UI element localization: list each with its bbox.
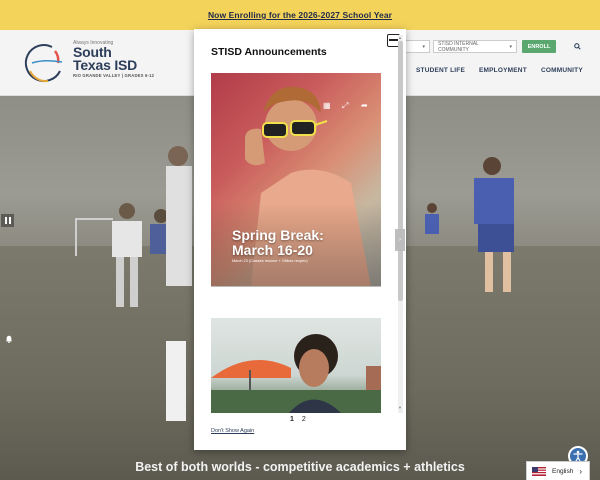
us-flag-icon [532,466,546,476]
hero-tagline: Best of both worlds - competitive academ… [135,460,465,474]
internal-community-label: STISD INTERNAL COMMUNITY [438,40,479,53]
pause-button[interactable] [1,214,14,227]
modal-scrollbar-thumb[interactable] [398,41,403,301]
alerts-button[interactable] [3,333,15,345]
card-headline: Spring Break: March 16-20 [232,228,324,257]
card-headline-line1: Spring Break: [232,227,324,243]
student-umbrella-photo [211,334,381,413]
announcement-card-2[interactable] [211,318,381,413]
nav-community[interactable]: COMMUNITY [541,67,583,74]
chevron-down-icon: ▾ [422,43,425,50]
share-icon[interactable]: ➦ [361,101,368,110]
enrollment-banner-link[interactable]: Now Enrolling for the 2026-2027 School Y… [208,10,392,20]
bell-icon [5,335,13,343]
card-headline-line2: March 16-20 [232,241,313,258]
logo-subtitle: RIO GRANDE VALLEY | GRADES 6-12 [73,73,155,78]
chevron-right-icon: › [579,466,582,476]
carousel-next-button[interactable]: › [395,229,405,251]
scroll-up-icon[interactable]: ▲ [398,35,402,40]
scroll-down-icon[interactable]: ▼ [398,405,402,410]
dont-show-again-link[interactable]: Don't Show Again [211,428,254,434]
page-1-link[interactable]: 1 [290,416,294,423]
modal-title: STISD Announcements [211,46,327,58]
logo-icon[interactable] [22,41,66,85]
grid-icon[interactable]: ▦ [323,101,331,110]
chevron-down-icon: ▾ [509,43,512,50]
search-button[interactable] [568,38,586,54]
modal-pagination: 1 2 [290,416,306,423]
search-icon [573,42,581,50]
quicklinks-select[interactable]: ▾ [404,40,430,53]
announcements-modal: STISD Announcements ▲ ▼ ▦ ⤢ ➦ Spring Bre… [194,29,406,450]
internal-community-select[interactable]: STISD INTERNAL COMMUNITY ▾ [433,40,517,53]
card-subtext: March 23 (Classes resume + Offices reope… [232,259,308,263]
logo-name-line2: Texas ISD [73,57,138,73]
enroll-button[interactable]: ENROLL [522,40,556,53]
expand-icon[interactable]: ⤢ [342,101,348,111]
language-label: English [552,467,574,475]
enrollment-banner: Now Enrolling for the 2026-2027 School Y… [0,0,600,30]
nav-student-life[interactable]: STUDENT LIFE [416,67,465,74]
logo-wordmark[interactable]: Always Innovating South Texas ISD RIO GR… [73,40,154,78]
chevron-right-icon: › [399,237,401,243]
language-selector[interactable]: English › [526,461,590,480]
announcement-card-spring-break[interactable]: ▦ ⤢ ➦ Spring Break: March 16-20 March 23… [211,73,381,287]
pause-icon [4,217,11,224]
nav-employment[interactable]: EMPLOYMENT [479,67,527,74]
page-2-link[interactable]: 2 [302,416,306,423]
